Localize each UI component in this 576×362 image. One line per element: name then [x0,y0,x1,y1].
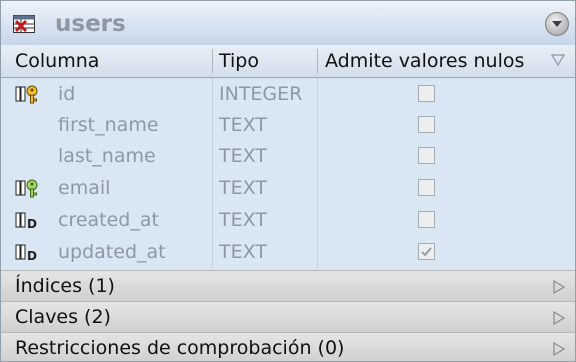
table-title-bar[interactable]: users [1,1,575,45]
column-name[interactable]: email [58,172,110,204]
expand-arrow-icon[interactable] [553,280,565,294]
nullable-checkbox[interactable] [418,243,435,260]
svg-text:D: D [27,249,37,262]
column-name[interactable]: last_name [58,140,156,172]
expand-arrow-icon[interactable] [553,311,565,325]
header-divider[interactable] [212,49,213,73]
section-keys[interactable]: Claves (2) [1,301,575,333]
nullable-checkbox[interactable] [418,211,435,228]
table-row[interactable]: last_name TEXT [1,140,575,172]
table-row[interactable]: D updated_at TEXT [1,236,575,268]
column-type[interactable]: TEXT [219,172,267,204]
section-check-constraints[interactable]: Restricciones de comprobación (0) [1,332,575,361]
columns-header: Columna Tipo Admite valores nulos [1,45,575,78]
table-row[interactable]: first_name TEXT [1,109,575,141]
collapse-button[interactable] [545,12,569,36]
column-name[interactable]: first_name [58,109,159,141]
column-header-nullable[interactable]: Admite valores nulos [325,45,524,77]
column-name[interactable]: updated_at [58,236,166,268]
section-label: Restricciones de comprobación (0) [15,337,345,359]
table-name: users [55,11,126,37]
column-type[interactable]: TEXT [219,109,267,141]
column-type[interactable]: INTEGER [219,78,302,110]
table-row[interactable]: id INTEGER [1,78,575,110]
default-value-icon: D [15,212,37,230]
nullable-checkbox[interactable] [418,116,435,133]
table-row[interactable]: D created_at TEXT [1,204,575,236]
column-header-name[interactable]: Columna [15,45,99,77]
sort-arrow-icon[interactable] [551,53,565,67]
nullable-checkbox[interactable] [418,147,435,164]
checkmark-icon [421,247,432,257]
section-indexes[interactable]: Índices (1) [1,270,575,302]
header-divider[interactable] [317,49,318,73]
table-design-panel: users Columna Tipo Admite valores nulos … [0,0,576,362]
column-name[interactable]: id [58,78,75,110]
default-value-icon: D [15,244,37,262]
table-row[interactable]: email TEXT [1,172,575,204]
expand-arrow-icon[interactable] [553,342,565,356]
unique-key-icon [15,179,38,198]
column-type[interactable]: TEXT [219,236,267,268]
column-type[interactable]: TEXT [219,140,267,172]
svg-text:D: D [27,217,37,230]
primary-key-icon [15,85,38,104]
nullable-checkbox[interactable] [418,179,435,196]
columns-list: id INTEGER first_name TEXT last_name TEX… [1,78,575,268]
column-name[interactable]: created_at [58,204,159,236]
section-label: Claves (2) [15,306,111,328]
column-header-type[interactable]: Tipo [219,45,259,77]
table-icon [13,15,35,33]
section-label: Índices (1) [15,275,115,297]
nullable-checkbox[interactable] [418,85,435,102]
column-type[interactable]: TEXT [219,204,267,236]
